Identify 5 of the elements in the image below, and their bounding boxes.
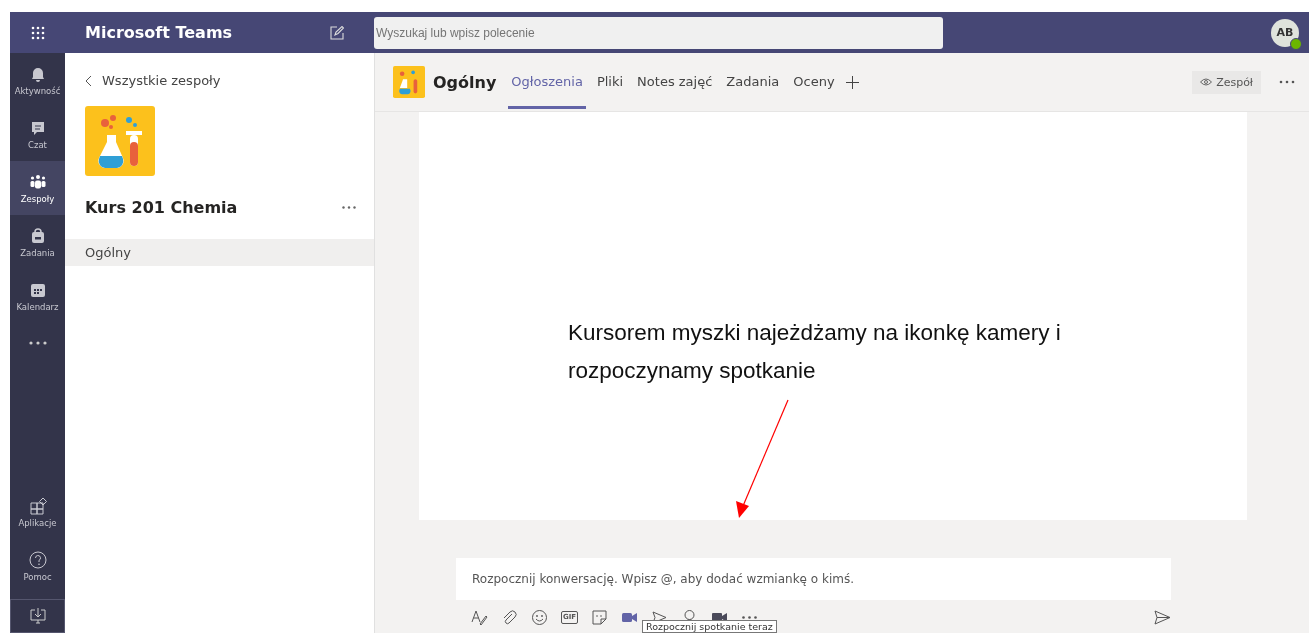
tooltip: Rozpocznij spotkanie teraz [642,620,777,633]
annotation-text: Kursorem myszki najeżdżamy na ikonkę kamery i rozpoczynamy spotkanie [568,319,1062,385]
app-title: Microsoft Teams [84,23,234,42]
channel-title: Ogólny [433,72,497,92]
team-name: Kurs 201 Chemia [85,198,238,217]
